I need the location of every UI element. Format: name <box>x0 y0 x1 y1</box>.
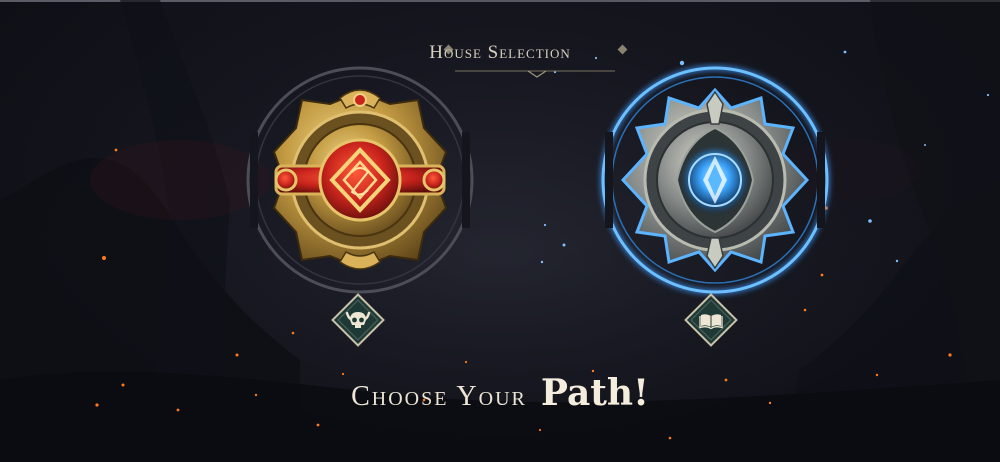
horned-skull-icon <box>331 293 385 347</box>
open-book-icon <box>684 293 738 347</box>
fire-house-badge[interactable] <box>330 292 386 348</box>
header-title: House Selection <box>429 42 571 63</box>
caption-lead: Choose Your <box>351 381 527 412</box>
mind-house-badge[interactable] <box>683 292 739 348</box>
mind-house-emblem[interactable] <box>595 62 835 302</box>
fire-house-emblem[interactable] <box>240 62 480 302</box>
mind-emblem-art <box>600 65 830 295</box>
fire-emblem-art <box>246 66 474 294</box>
house-selection-header: House Selection <box>0 42 1000 82</box>
choose-path-caption: Choose Your Path! <box>0 372 1000 414</box>
caption-accent: Path! <box>540 372 649 414</box>
